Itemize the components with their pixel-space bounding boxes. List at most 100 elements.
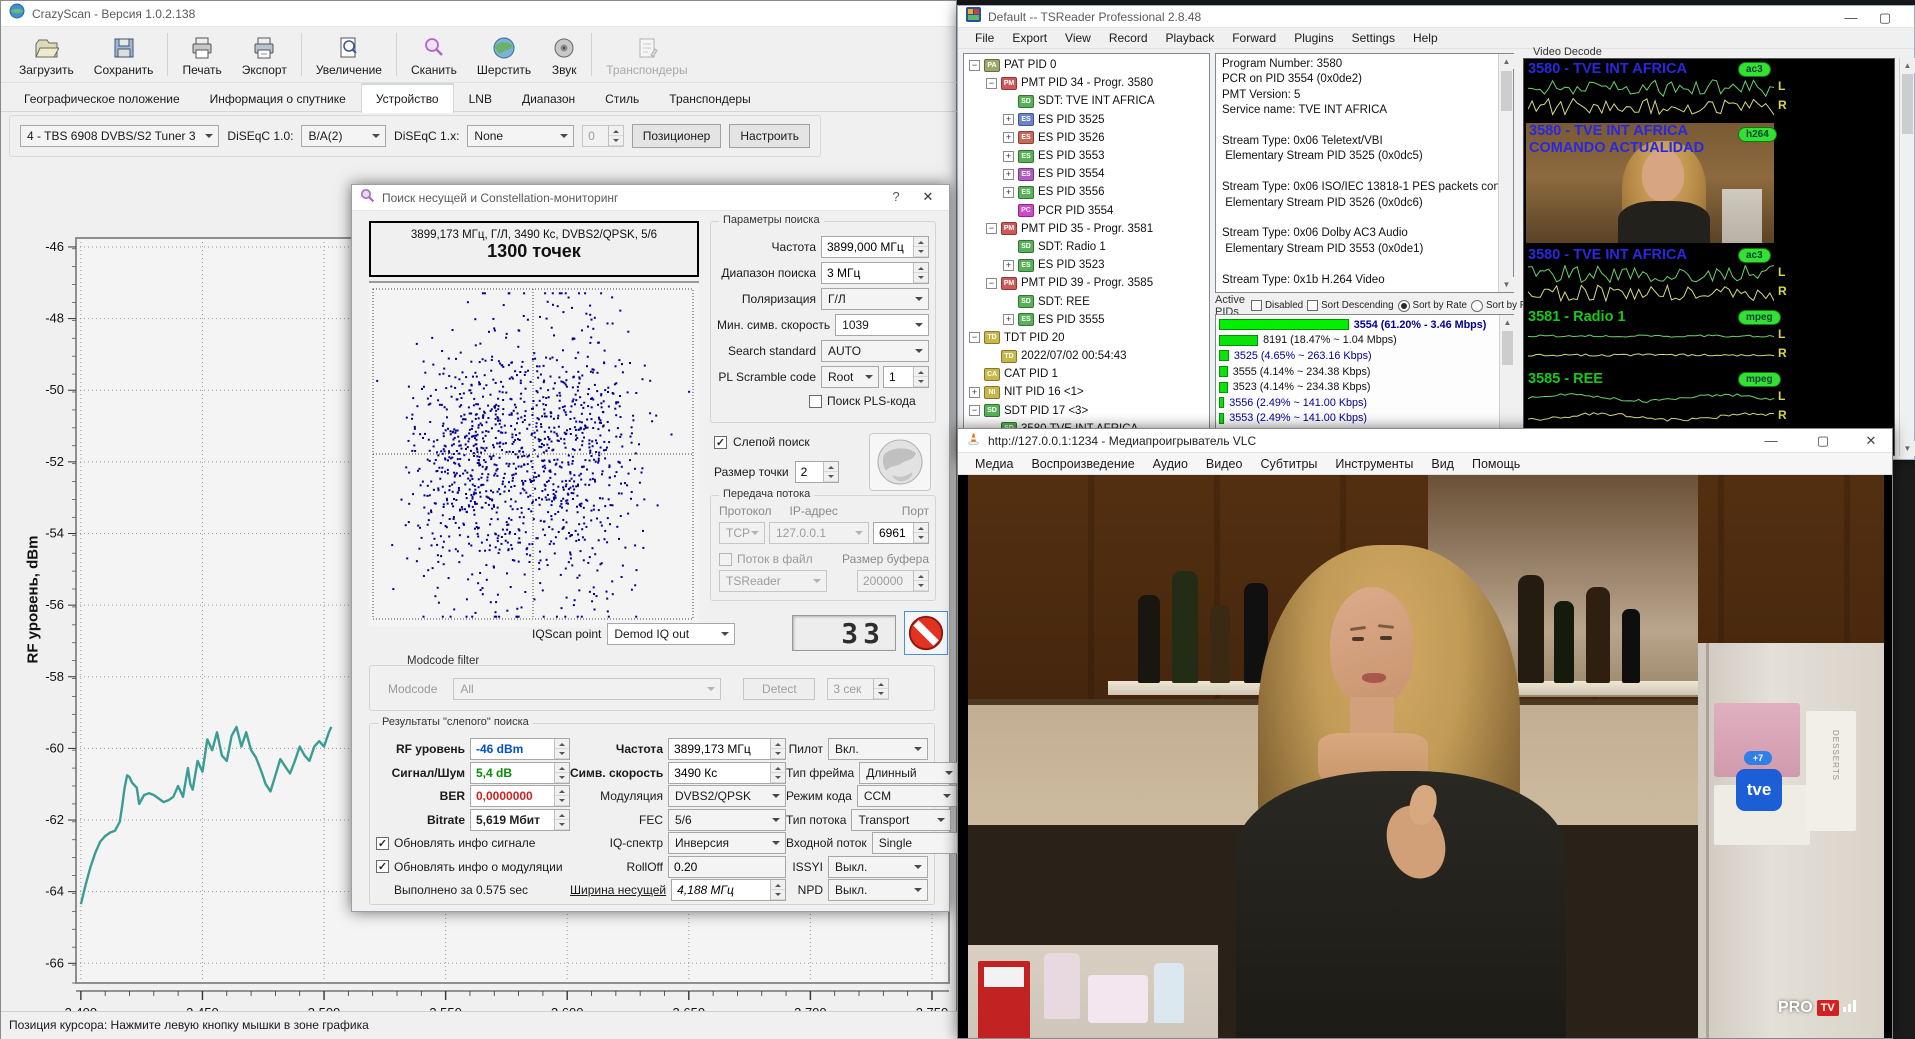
expand-icon[interactable]: +: [1003, 132, 1014, 143]
port-spinner[interactable]: 6961: [873, 522, 929, 544]
param-select[interactable]: 1039: [835, 314, 929, 336]
dot-size-spinner[interactable]: 2: [795, 461, 839, 483]
vlc-menu-медиа[interactable]: Медиа: [966, 457, 1022, 471]
collapse-icon[interactable]: −: [986, 223, 997, 234]
toolbar-button-transponders[interactable]: Транспондеры: [596, 27, 697, 82]
ip-select[interactable]: 127.0.0.1: [769, 522, 869, 544]
vlc-maximize-button[interactable]: ▢: [1806, 429, 1840, 453]
tree-item[interactable]: +NINIT PID 16 <1>: [967, 383, 1209, 401]
tree-item[interactable]: +ESES PID 3553: [967, 147, 1209, 165]
pid-row[interactable]: 3554 (61.20% - 3.46 Mbps): [1219, 317, 1497, 333]
pid-row[interactable]: 3525 (4.65% ~ 263.16 Kbps): [1219, 348, 1497, 364]
expand-icon[interactable]: +: [1003, 114, 1014, 125]
tree-item[interactable]: +ESES PID 3554: [967, 165, 1209, 183]
tree-item[interactable]: +ESES PID 3523: [967, 256, 1209, 274]
position-spinner[interactable]: 0: [582, 125, 624, 147]
vlc-minimize-button[interactable]: —: [1754, 429, 1788, 453]
tree-item[interactable]: TD2022/07/02 00:54:43: [967, 347, 1209, 365]
vlc-menu-субтитры[interactable]: Субтитры: [1251, 457, 1326, 471]
modcode-select[interactable]: All: [453, 678, 721, 700]
stop-button[interactable]: [904, 611, 948, 655]
expand-icon[interactable]: +: [1003, 187, 1014, 198]
protocol-select[interactable]: TCP: [719, 522, 765, 544]
result-value-box[interactable]: 3490 Кс: [668, 762, 786, 784]
toolbar-button-print[interactable]: Печать: [172, 27, 231, 82]
diseqc10-select[interactable]: B/A(2): [301, 125, 386, 147]
toolbar-button-save[interactable]: Сохранить: [84, 27, 164, 82]
tree-item[interactable]: +ESES PID 3525: [967, 111, 1209, 129]
checkbox[interactable]: [1307, 300, 1318, 311]
radio-button[interactable]: [1471, 300, 1483, 312]
menu-export[interactable]: Export: [1003, 31, 1056, 45]
tree-item[interactable]: +ESES PID 3556: [967, 183, 1209, 201]
disabled-checkbox[interactable]: Disabled: [1251, 300, 1303, 311]
tab-диапазон[interactable]: Диапазон: [507, 85, 590, 112]
update-info-checkbox[interactable]: ✓: [376, 860, 389, 873]
param-select[interactable]: Г/Л: [821, 288, 929, 310]
tab-географическое-положение[interactable]: Географическое положение: [9, 85, 195, 112]
expand-icon[interactable]: +: [1003, 151, 1014, 162]
result-select[interactable]: DVBS2/QPSK: [668, 785, 786, 807]
param-select[interactable]: Root: [821, 366, 879, 388]
vlc-menu-аудио[interactable]: Аудио: [1144, 457, 1197, 471]
dialog-close-button[interactable]: ✕: [911, 185, 945, 209]
tree-item[interactable]: SDSDT: TVE INT AFRICA: [967, 92, 1209, 110]
checkbox[interactable]: [1251, 300, 1262, 311]
tree-item[interactable]: −PMPMT PID 34 - Progr. 3580: [967, 74, 1209, 92]
toolbar-button-zoom[interactable]: Увеличение: [306, 27, 392, 82]
pid-row[interactable]: 3556 (2.49% ~ 141.00 Kbps): [1219, 395, 1497, 411]
collapse-icon[interactable]: −: [986, 78, 997, 89]
sort-by-rate-radio[interactable]: Sort by Rate: [1398, 300, 1467, 312]
diseqc1x-select[interactable]: None: [467, 125, 574, 147]
toolbar-button-export[interactable]: Экспорт: [232, 27, 297, 82]
tab-устройство[interactable]: Устройство: [361, 83, 454, 113]
blind-search-checkbox[interactable]: ✓: [714, 436, 727, 449]
expand-icon[interactable]: +: [1003, 169, 1014, 180]
vlc-video-area[interactable]: DESSERTS+7tvePROTV: [958, 475, 1892, 1038]
tab-стиль[interactable]: Стиль: [590, 85, 654, 112]
configure-button[interactable]: Настроить: [729, 124, 810, 148]
param-spinner[interactable]: 3899,000 МГц: [821, 236, 929, 258]
menu-playback[interactable]: Playback: [1157, 31, 1224, 45]
result-value-box[interactable]: 5,4 dB: [470, 762, 570, 784]
tree-item[interactable]: −SDSDT PID 17 <3>: [967, 402, 1209, 420]
positioner-button[interactable]: Позиционер: [632, 124, 722, 148]
result-value-box[interactable]: 3899,173 МГц: [668, 738, 786, 760]
result-select[interactable]: 5/6: [668, 809, 786, 831]
detect-interval-spinner[interactable]: 3 сек: [827, 678, 889, 700]
tree-item[interactable]: CACAT PID 1: [967, 365, 1209, 383]
collapse-icon[interactable]: −: [969, 332, 980, 343]
result-select[interactable]: Transport: [851, 809, 951, 831]
buffer-spinner[interactable]: 200000: [857, 570, 929, 592]
consumer-select[interactable]: TSReader: [719, 570, 827, 592]
expand-icon[interactable]: +: [1003, 314, 1014, 325]
tree-item[interactable]: PCPCR PID 3554: [967, 202, 1209, 220]
result-select[interactable]: Инверсия: [668, 832, 786, 854]
menu-settings[interactable]: Settings: [1343, 31, 1404, 45]
tsreader-minimize-button[interactable]: —: [1834, 6, 1868, 30]
video-thumbnail[interactable]: 3580 - TVE INT AFRICACOMANDO ACTUALIDAD: [1526, 123, 1774, 243]
vlc-menu-воспроизведение[interactable]: Воспроизведение: [1022, 457, 1143, 471]
expand-icon[interactable]: +: [1003, 260, 1014, 271]
videodecode-scrollbar[interactable]: ▲▼: [1899, 58, 1914, 456]
tab-транспондеры[interactable]: Транспондеры: [654, 85, 765, 112]
result-value-box[interactable]: 5,619 Мбит: [470, 809, 570, 831]
vlc-menu-вид[interactable]: Вид: [1422, 457, 1463, 471]
tree-item[interactable]: −PAPAT PID 0: [967, 56, 1209, 74]
stream-to-file-checkbox[interactable]: [719, 553, 732, 566]
detect-button[interactable]: Detect: [743, 678, 815, 700]
toolbar-button-load[interactable]: Загрузить: [9, 27, 84, 82]
menu-plugins[interactable]: Plugins: [1285, 31, 1342, 45]
info-scrollbar[interactable]: ▲▼: [1498, 54, 1513, 292]
param-spinner[interactable]: 1: [883, 366, 929, 388]
collapse-icon[interactable]: −: [986, 278, 997, 289]
vlc-menu-помощь[interactable]: Помощь: [1463, 457, 1529, 471]
pid-row[interactable]: 8191 (18.47% ~ 1.04 Mbps): [1219, 333, 1497, 349]
pid-row[interactable]: 3523 (4.14% ~ 234.38 Kbps): [1219, 379, 1497, 395]
vlc-menu-инструменты[interactable]: Инструменты: [1326, 457, 1422, 471]
result-select[interactable]: CCM: [857, 785, 957, 807]
dialog-help-button[interactable]: ?: [879, 185, 913, 209]
tsreader-maximize-button[interactable]: ▢: [1868, 6, 1902, 30]
tree-item[interactable]: −PMPMT PID 35 - Progr. 3581: [967, 220, 1209, 238]
iqscan-select[interactable]: Demod IQ out: [607, 623, 735, 645]
